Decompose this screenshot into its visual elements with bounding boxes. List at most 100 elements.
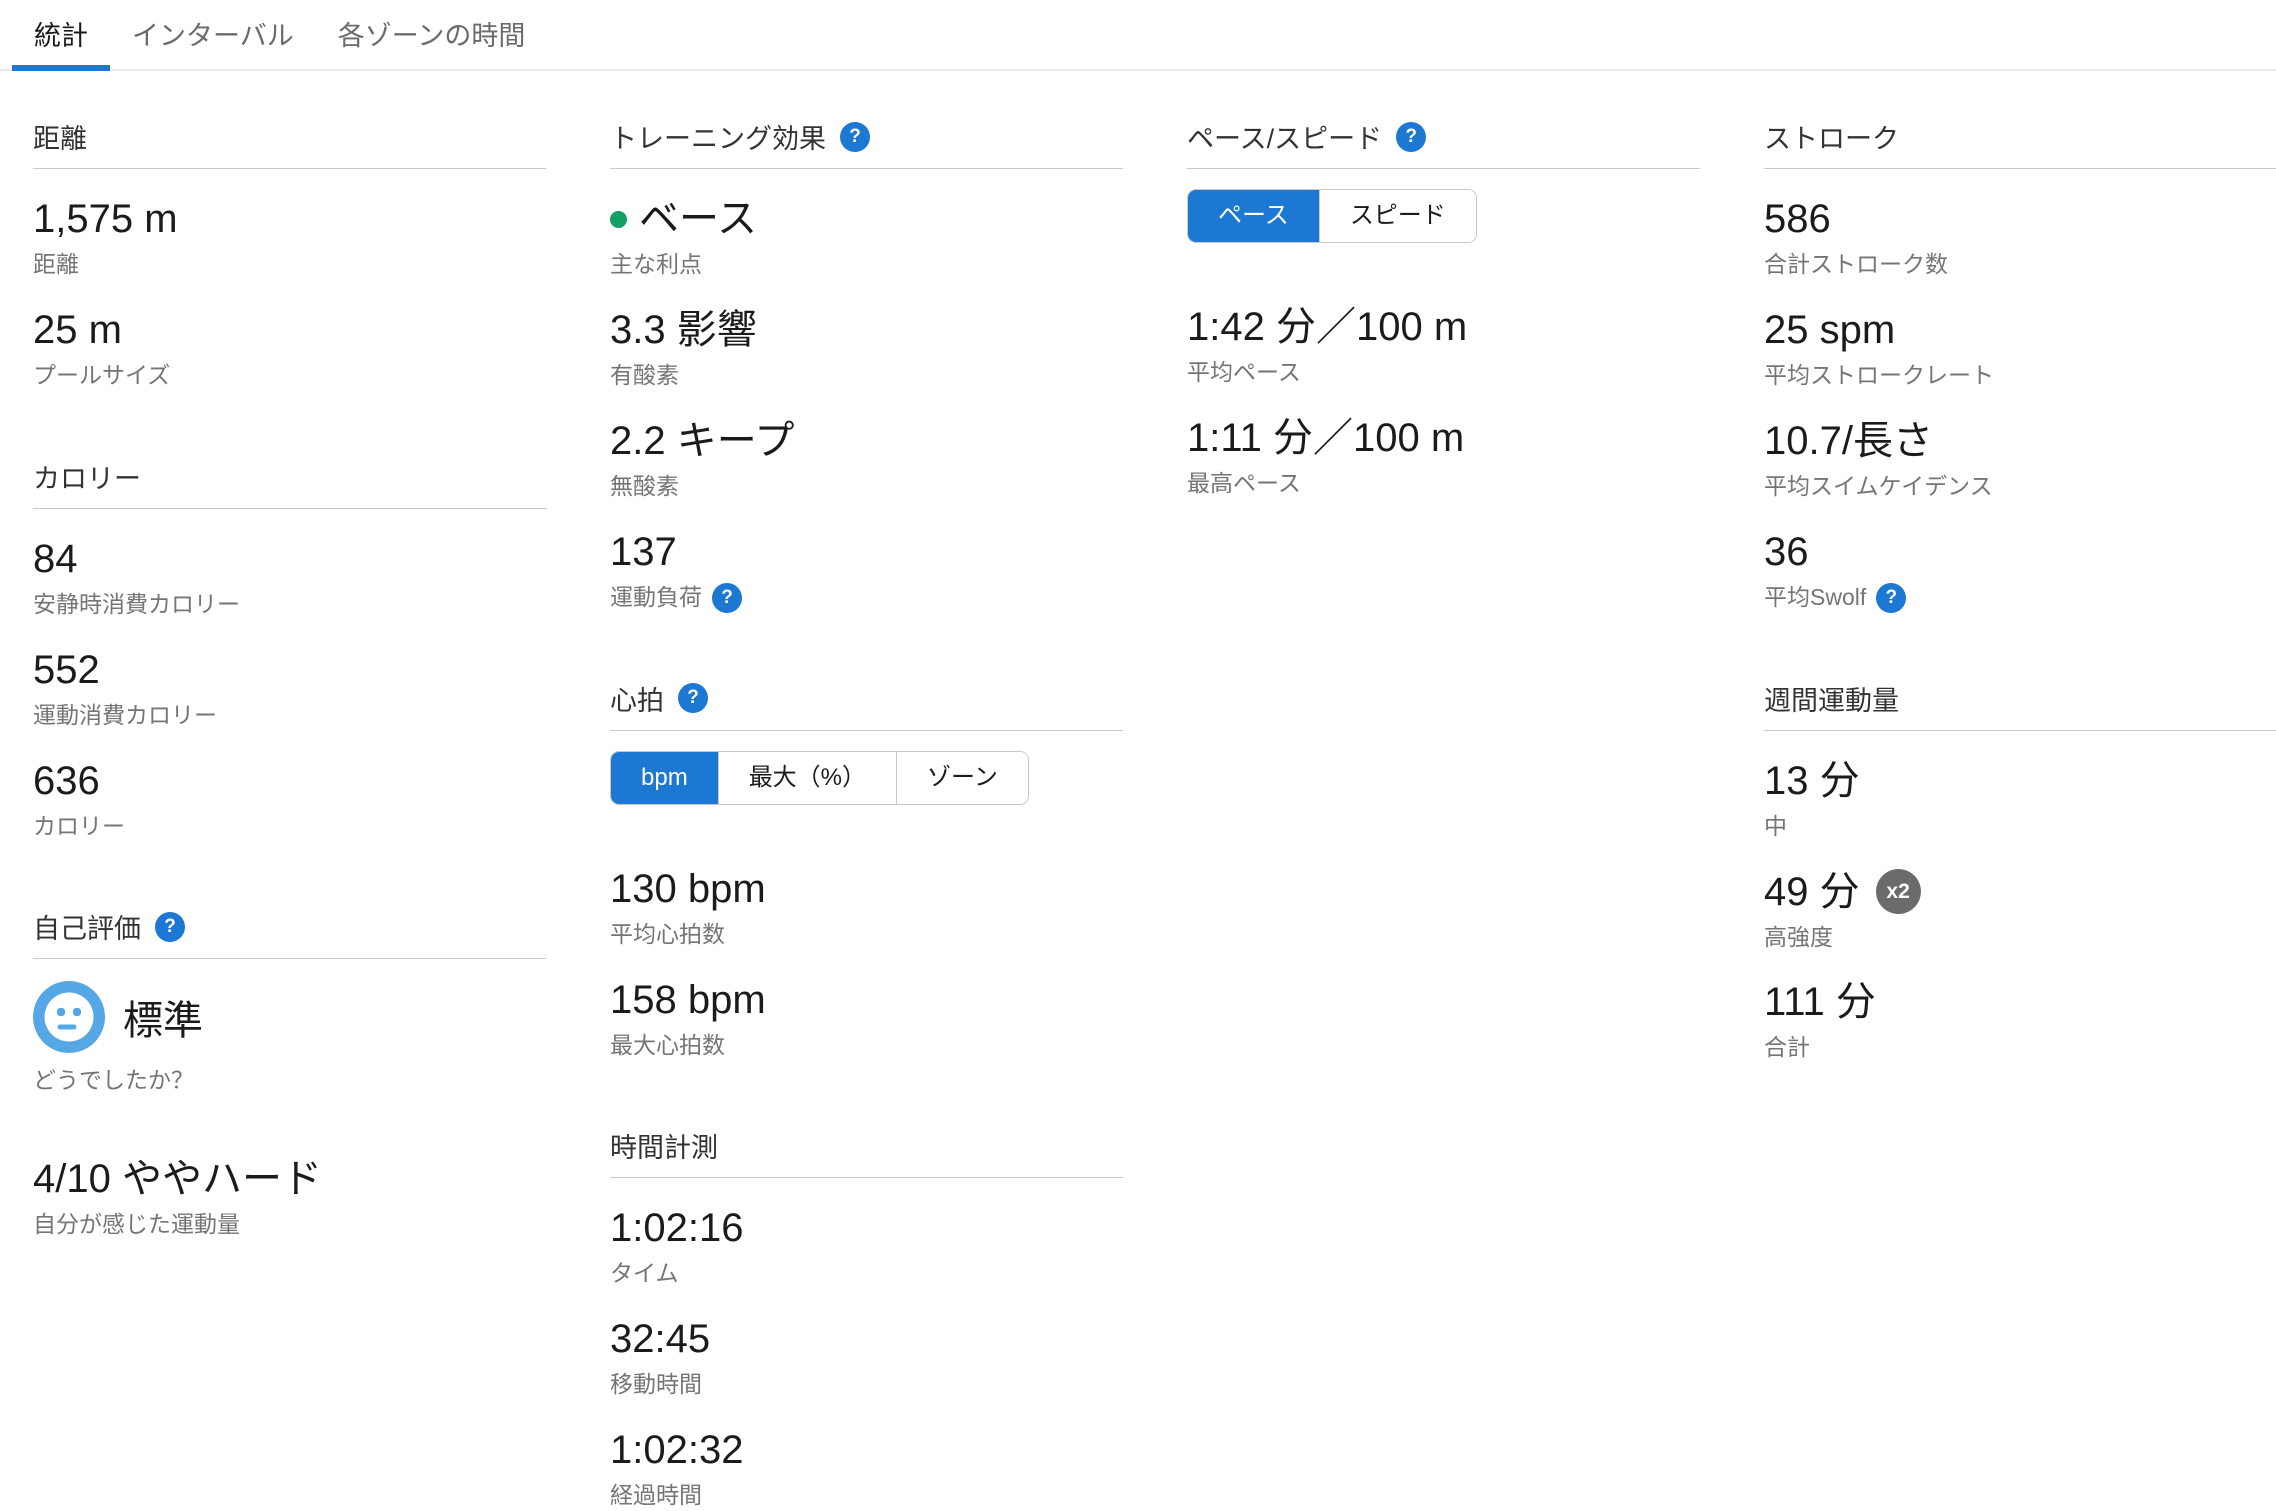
feeling-prompt: どうでしたか？ [33, 1061, 546, 1095]
section-title-text: 週間運動量 [1764, 679, 1899, 718]
section-pace-speed: ペース/スピード ペース スピード 1:42 分／100 m 平均ペース 1:1… [1187, 117, 1700, 499]
stat-avg-swim-cadence: 10.7/長さ 平均スイムケイデンス [1764, 417, 2276, 502]
toggle-pace[interactable]: ペース [1188, 190, 1319, 242]
stat-label: 中 [1764, 812, 2276, 842]
help-icon[interactable] [1396, 122, 1426, 152]
stat-value: 49 分 x2 [1764, 868, 2276, 916]
hr-toggle-zones[interactable]: ゾーン [896, 752, 1028, 804]
column-1: 距離 1,575 m 距離 25 m プールサイズ カロリー 84 安静時消費カ… [33, 117, 546, 1240]
stat-label: 自分が感じた運動量 [33, 1210, 546, 1240]
hr-toggle-max-percent[interactable]: 最大（%） [718, 752, 896, 804]
section-weekly-intensity: 週間運動量 13 分 中 49 分 x2 高強度 111 分 合計 [1764, 679, 2276, 1064]
stat-value: 25 m [33, 306, 546, 354]
section-calories: カロリー 84 安静時消費カロリー 552 運動消費カロリー 636 カロリー [33, 457, 546, 842]
stat-label: 有酸素 [610, 361, 1123, 391]
section-heart-rate: 心拍 bpm 最大（%） ゾーン 130 bpm 平均心拍数 158 bpm 最… [610, 679, 1123, 1061]
stat-label: プールサイズ [33, 361, 546, 391]
stat-value: 4/10 ややハード [33, 1155, 546, 1203]
stat-label: 平均Swolf [1764, 583, 2276, 613]
tab-time-in-zones[interactable]: 各ゾーンの時間 [316, 3, 548, 69]
stat-anaerobic-effect: 2.2 キープ 無酸素 [610, 417, 1123, 502]
stat-value: 1:02:32 [610, 1426, 1123, 1474]
stat-label-text: 平均Swolf [1764, 583, 1866, 613]
stat-label: 運動負荷 [610, 583, 1123, 613]
stat-value: 552 [33, 646, 546, 694]
stat-value: 111 分 [1764, 978, 2276, 1026]
neutral-face-icon[interactable] [33, 981, 105, 1053]
stat-time: 1:02:16 タイム [610, 1204, 1123, 1289]
primary-benefit-text: ベース [639, 195, 757, 243]
stat-value: 586 [1764, 195, 2276, 243]
help-icon[interactable] [1876, 583, 1906, 613]
heart-rate-unit-toggle: bpm 最大（%） ゾーン [610, 751, 1029, 805]
toggle-speed[interactable]: スピード [1319, 190, 1476, 242]
stat-primary-benefit: ベース 主な利点 [610, 195, 1123, 280]
hr-toggle-bpm[interactable]: bpm [611, 752, 718, 804]
column-3: ペース/スピード ペース スピード 1:42 分／100 m 平均ペース 1:1… [1187, 117, 1700, 499]
stat-value: 2.2 キープ [610, 417, 1123, 465]
section-title-text: カロリー [33, 457, 141, 496]
stat-best-pace: 1:11 分／100 m 最高ペース [1187, 414, 1700, 499]
column-2: トレーニング効果 ベース 主な利点 3.3 影響 有酸素 2.2 キープ 無酸素… [610, 117, 1123, 1511]
stat-max-heart-rate: 158 bpm 最大心拍数 [610, 976, 1123, 1061]
column-4: ストローク 586 合計ストローク数 25 spm 平均ストロークレート 10.… [1764, 117, 2276, 1063]
stat-label: 安静時消費カロリー [33, 590, 546, 620]
stat-label: タイム [610, 1259, 1123, 1289]
training-effect-dot-icon [610, 211, 627, 228]
stat-value: 36 [1764, 528, 2276, 576]
stat-value: 1:11 分／100 m [1187, 414, 1700, 462]
stat-value: 130 bpm [610, 865, 1123, 913]
stat-label: 平均スイムケイデンス [1764, 472, 2276, 502]
stat-total-minutes: 111 分 合計 [1764, 978, 2276, 1063]
stat-label: 運動消費カロリー [33, 701, 546, 731]
stat-perceived-exertion: 4/10 ややハード 自分が感じた運動量 [33, 1155, 546, 1240]
tab-stats[interactable]: 統計 [12, 3, 110, 69]
section-title-text: 距離 [33, 117, 87, 156]
stat-value: 137 [610, 528, 1123, 576]
section-title-pace-speed: ペース/スピード [1187, 117, 1700, 169]
section-strokes: ストローク 586 合計ストローク数 25 spm 平均ストロークレート 10.… [1764, 117, 2276, 613]
section-timing: 時間計測 1:02:16 タイム 32:45 移動時間 1:02:32 経過時間 [610, 1126, 1123, 1511]
stat-label: 移動時間 [610, 1370, 1123, 1400]
help-icon[interactable] [678, 683, 708, 713]
stat-value: 1:42 分／100 m [1187, 303, 1700, 351]
stat-label: 平均心拍数 [610, 920, 1123, 950]
section-training-effect: トレーニング効果 ベース 主な利点 3.3 影響 有酸素 2.2 キープ 無酸素… [610, 117, 1123, 613]
multiplier-badge: x2 [1876, 869, 1921, 914]
section-title-text: 心拍 [610, 679, 664, 718]
stat-value: 25 spm [1764, 306, 2276, 354]
help-icon[interactable] [155, 912, 185, 942]
stats-grid: 距離 1,575 m 距離 25 m プールサイズ カロリー 84 安静時消費カ… [0, 71, 2276, 1511]
stat-label: 経過時間 [610, 1481, 1123, 1511]
section-title-strokes: ストローク [1764, 117, 2276, 169]
stat-avg-heart-rate: 130 bpm 平均心拍数 [610, 865, 1123, 950]
stat-value: 32:45 [610, 1315, 1123, 1363]
stat-avg-stroke-rate: 25 spm 平均ストロークレート [1764, 306, 2276, 391]
section-title-text: 自己評価 [33, 907, 141, 946]
stat-distance: 1,575 m 距離 [33, 195, 546, 280]
stat-total-calories: 636 カロリー [33, 757, 546, 842]
section-title-distance: 距離 [33, 117, 546, 169]
help-icon[interactable] [712, 583, 742, 613]
stat-value: 158 bpm [610, 976, 1123, 1024]
stat-label: 最高ペース [1187, 469, 1700, 499]
help-icon[interactable] [840, 122, 870, 152]
section-self-evaluation: 自己評価 標準 どうでしたか？ 4/10 ややハード 自分が感じた運動量 [33, 907, 546, 1240]
stat-label: 無酸素 [610, 472, 1123, 502]
tab-intervals[interactable]: インターバル [110, 3, 316, 69]
feeling-value: 標準 [123, 988, 203, 1046]
stat-value: 636 [33, 757, 546, 805]
section-title-text: トレーニング効果 [610, 117, 826, 156]
section-title-text: 時間計測 [610, 1126, 718, 1165]
section-title-text: ストローク [1764, 117, 1899, 156]
stat-total-strokes: 586 合計ストローク数 [1764, 195, 2276, 280]
stat-value: 84 [33, 535, 546, 583]
stat-training-load: 137 運動負荷 [610, 528, 1123, 613]
feeling-row: 標準 [33, 981, 546, 1053]
stat-label: カロリー [33, 812, 546, 842]
stat-label: 距離 [33, 250, 546, 280]
stat-active-calories: 552 運動消費カロリー [33, 646, 546, 731]
stat-label: 最大心拍数 [610, 1031, 1123, 1061]
stat-moderate-minutes: 13 分 中 [1764, 757, 2276, 842]
section-title-text: ペース/スピード [1187, 117, 1382, 156]
